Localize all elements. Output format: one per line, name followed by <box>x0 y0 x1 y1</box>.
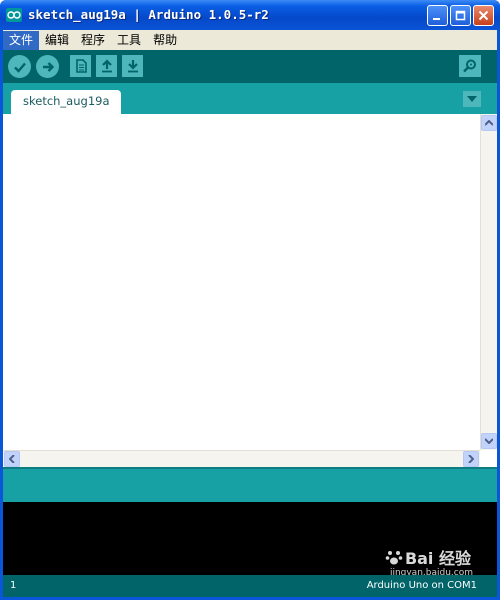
new-icon <box>75 59 87 73</box>
save-button[interactable] <box>122 55 143 77</box>
window-title: sketch_aug19a | Arduino 1.0.5-r2 <box>28 7 269 22</box>
close-button[interactable] <box>473 5 494 26</box>
menu-edit[interactable]: 编辑 <box>39 31 75 50</box>
board-port-status: Arduino Uno on COM1 <box>366 580 477 591</box>
baidu-watermark: Bai 经验 <box>385 545 471 569</box>
toolbar <box>3 50 497 83</box>
menu-help[interactable]: 帮助 <box>147 31 183 50</box>
chevron-down-icon <box>467 95 477 102</box>
status-bar: 1 Arduino Uno on COM1 <box>3 575 497 597</box>
menu-bar: 文件 编辑 程序 工具 帮助 <box>3 30 497 50</box>
vertical-scrollbar[interactable] <box>480 114 497 450</box>
serial-monitor-button[interactable] <box>459 55 481 77</box>
scroll-up-button[interactable] <box>481 115 497 131</box>
chevron-up-icon <box>485 120 493 126</box>
message-bar <box>3 467 497 502</box>
horizontal-scrollbar[interactable] <box>3 450 480 467</box>
arduino-logo-icon <box>6 8 22 22</box>
tab-sketch[interactable]: sketch_aug19a <box>11 90 121 114</box>
client-area: 文件 编辑 程序 工具 帮助 sketch_aug19a Bai 经验 jing… <box>3 30 497 597</box>
scroll-down-button[interactable] <box>481 433 497 449</box>
menu-file[interactable]: 文件 <box>3 30 40 50</box>
paw-icon <box>385 551 403 565</box>
title-bar[interactable]: sketch_aug19a | Arduino 1.0.5-r2 <box>0 0 500 30</box>
open-icon <box>101 59 112 73</box>
scroll-right-button[interactable] <box>463 451 479 467</box>
minimize-button[interactable] <box>427 5 448 26</box>
tab-menu-button[interactable] <box>463 91 481 107</box>
serial-monitor-icon <box>463 59 476 73</box>
chevron-left-icon <box>9 455 15 463</box>
menu-sketch[interactable]: 程序 <box>75 31 111 50</box>
verify-button[interactable] <box>8 55 31 78</box>
open-button[interactable] <box>96 55 117 77</box>
scroll-left-button[interactable] <box>4 451 20 467</box>
close-icon <box>478 10 489 21</box>
upload-icon <box>42 61 54 72</box>
watermark-brand: Bai 经验 <box>404 549 471 568</box>
save-icon <box>127 60 138 73</box>
chevron-down-icon <box>485 438 493 444</box>
new-button[interactable] <box>70 55 91 77</box>
chevron-right-icon <box>468 455 474 463</box>
tab-strip: sketch_aug19a <box>3 83 497 114</box>
code-editor[interactable] <box>3 114 497 467</box>
line-number: 1 <box>10 580 17 591</box>
upload-button[interactable] <box>36 55 59 78</box>
maximize-button[interactable] <box>450 5 471 26</box>
verify-icon <box>13 62 26 73</box>
maximize-icon <box>455 10 466 21</box>
menu-tools[interactable]: 工具 <box>111 31 147 50</box>
app-window: sketch_aug19a | Arduino 1.0.5-r2 文件 编辑 程… <box>0 0 500 600</box>
minimize-icon <box>433 18 440 20</box>
